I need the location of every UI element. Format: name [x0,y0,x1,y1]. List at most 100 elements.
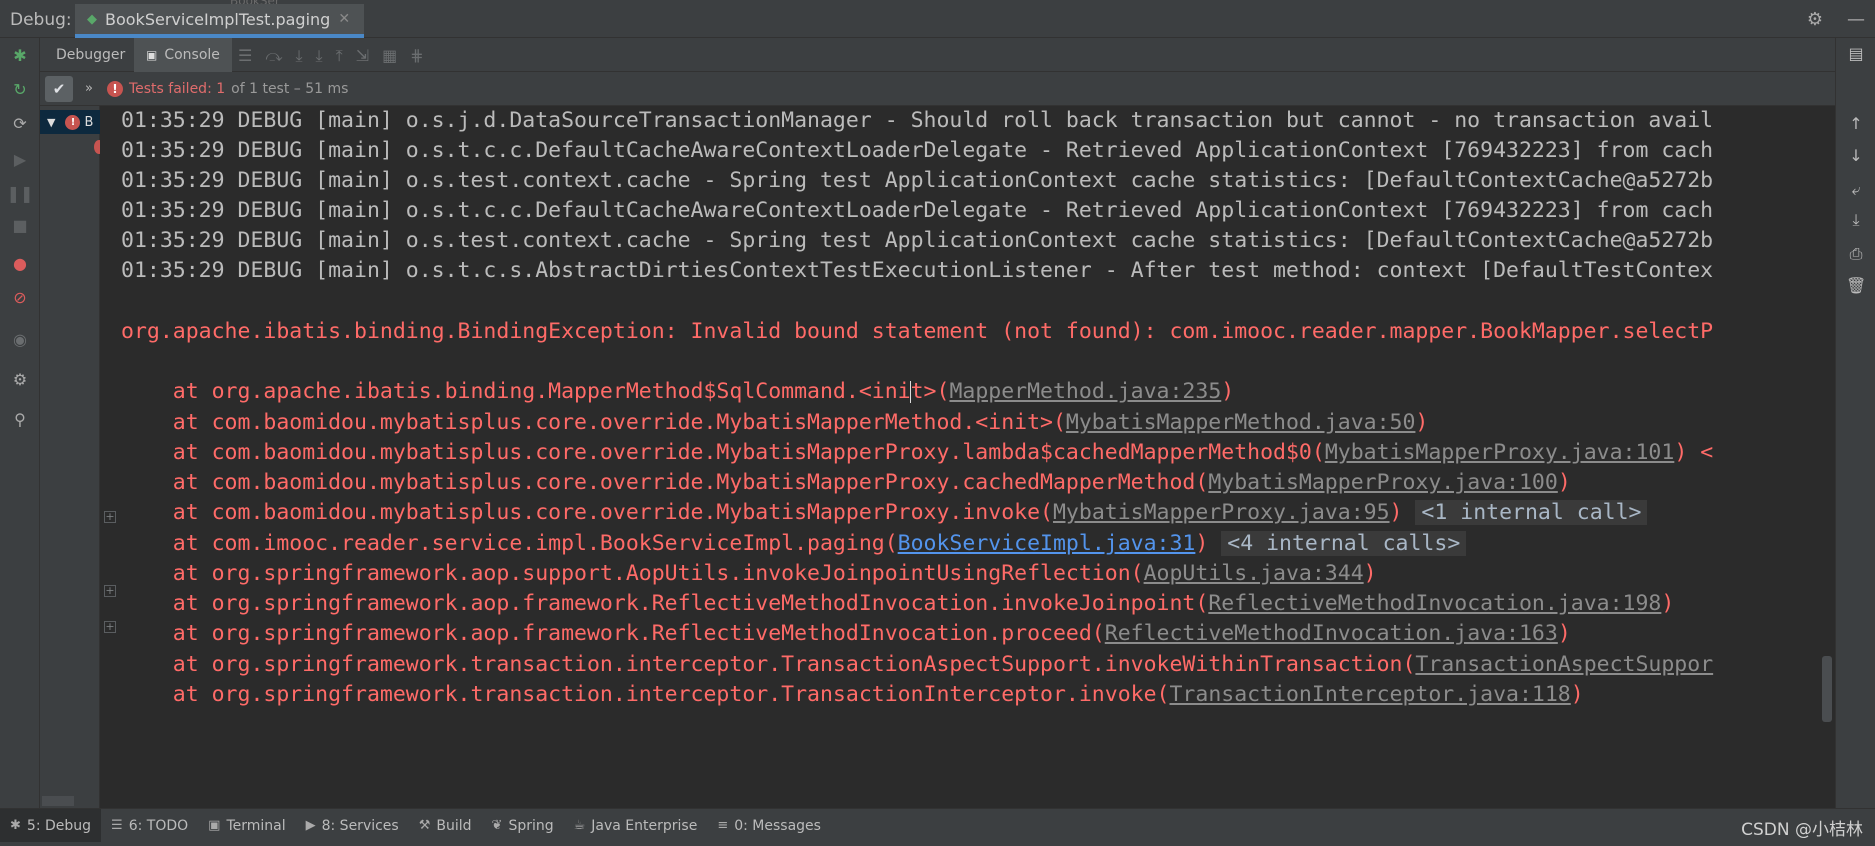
tab-label: Build [436,817,472,834]
tab-terminal[interactable]: ▣ Terminal [198,809,295,843]
stack-line: at org.springframework.aop.framework.Ref… [121,619,1571,649]
stack-line: at com.baomidou.mybatisplus.core.overrid… [121,438,1713,468]
tab-label: Terminal [226,817,286,834]
mute-breakpoints-icon[interactable]: ⊘ [9,286,31,308]
internal-calls-fold[interactable]: <4 internal calls> [1221,531,1467,556]
soft-wrap-icon[interactable]: ⤶ [1846,180,1866,200]
source-link[interactable]: TransactionAspectSuppor [1415,652,1713,677]
tree-scrollbar[interactable] [42,796,74,806]
test-status-bar: ✔ » ! Tests failed: 1 of 1 test – 51 ms [40,72,1835,106]
stack-text: ) [1195,531,1222,556]
tab-spring[interactable]: ❦ Spring [482,809,564,843]
layout-icon[interactable]: ▤ [1846,44,1866,64]
fold-expand-icon[interactable]: + [104,511,116,523]
stack-text: at com.baomidou.mybatisplus.core.overrid… [121,410,1066,435]
trace-icon[interactable]: ⋕ [410,46,423,66]
tests-failed-label: Tests failed: 1 [128,80,226,97]
step-over-icon[interactable]: ⤼ [265,46,282,66]
tab-label: 8: Services [321,817,399,834]
down-arrow-icon[interactable]: ↓ [1846,146,1866,166]
messages-icon: ≡ [717,818,729,833]
fold-expand-icon[interactable]: + [104,585,116,597]
stack-text: at org.apache.ibatis.binding.MapperMetho… [121,379,911,404]
print-icon[interactable]: ⎙ [1846,244,1866,264]
hammer-icon: ⚒ [418,818,431,833]
java-enterprise-icon: ☕ [573,818,586,833]
tab-build[interactable]: ⚒ Build [409,809,482,843]
source-link[interactable]: MybatisMapperProxy.java:95 [1053,500,1390,525]
source-link[interactable]: MybatisMapperProxy.java:101 [1325,440,1675,465]
resume-icon[interactable]: ▶ [9,148,31,170]
trash-icon[interactable]: 🗑 [1846,276,1866,296]
evaluate-icon[interactable]: ▦ [382,46,397,66]
source-link[interactable]: AopUtils.java:344 [1144,561,1364,586]
settings-icon[interactable]: ⚙ [9,368,31,390]
console-output[interactable]: 01:35:29 DEBUG [main] o.s.j.d.DataSource… [118,106,1835,808]
rerun-failed-icon[interactable]: ↻ [9,78,31,100]
rerun-debug-icon[interactable]: ✱ [9,44,31,66]
camera-icon[interactable]: ◉ [9,328,31,350]
step-out-icon[interactable]: ⤒ [336,46,343,66]
pin-icon[interactable]: ⚲ [9,408,31,430]
stack-line: at com.imooc.reader.service.impl.BookSer… [121,529,1467,559]
tab-debug[interactable]: ✱ 5: Debug [0,808,102,843]
source-link[interactable]: ReflectiveMethodInvocation.java:163 [1105,621,1558,646]
console-scrollbar[interactable] [1822,656,1832,722]
stack-text: ) [1389,500,1416,525]
tab-console[interactable]: ▣ Console [134,38,232,72]
tab-java-enterprise[interactable]: ☕ Java Enterprise [564,809,708,843]
bug-icon: ✱ [10,818,21,833]
log-line: 01:35:29 DEBUG [main] o.s.j.d.DataSource… [121,108,1714,133]
source-link[interactable]: MybatisMapperMethod.java:50 [1066,410,1416,435]
more-icon[interactable]: » [85,81,93,96]
source-link[interactable]: MapperMethod.java:235 [949,379,1221,404]
menu-icon[interactable]: ☰ [238,46,252,66]
tab-todo[interactable]: ☰ 6: TODO [101,809,198,843]
fold-expand-icon[interactable]: + [104,621,116,633]
tab-services[interactable]: ▶ 8: Services [296,809,409,843]
tab-messages[interactable]: ≡ 0: Messages [707,809,831,843]
test-run-icon: ◆ [87,11,97,27]
stack-text: ) [1557,470,1571,495]
minimize-icon[interactable]: — [1847,9,1865,30]
debug-title-bar: Debug: BookSer ◆ BookServiceImplTest.pag… [0,0,1875,38]
restore-layout-icon[interactable]: ⟳ [9,112,31,134]
up-arrow-icon[interactable]: ↑ [1846,114,1866,134]
stack-line: at org.springframework.transaction.inter… [121,650,1713,680]
show-passed-icon[interactable]: ✔ [45,75,73,102]
source-link[interactable]: BookServiceImpl.java:31 [898,531,1196,556]
services-icon: ▶ [305,818,316,833]
source-link[interactable]: TransactionInterceptor.java:118 [1169,682,1570,707]
stack-text: ) [1570,682,1584,707]
expand-triangle-icon[interactable]: ▼ [47,116,55,129]
stack-text: at com.baomidou.mybatisplus.core.overrid… [121,470,1209,495]
source-link[interactable]: ReflectiveMethodInvocation.java:198 [1208,591,1661,616]
tab-label: 5: Debug [26,817,92,834]
console-right-toolbar: ▤ ↑ ↓ ⤶ ⤓ ⎙ 🗑 [1835,38,1875,808]
view-breakpoints-icon[interactable]: ● [9,252,31,274]
stack-line: at org.apache.ibatis.binding.MapperMetho… [121,377,1234,407]
run-config-tab[interactable]: ◆ BookServiceImplTest.paging ✕ [75,4,365,38]
stack-line: at org.springframework.aop.framework.Ref… [121,589,1675,619]
stack-text: at org.springframework.aop.framework.Ref… [121,591,1209,616]
test-tree-root[interactable]: ▼ ! B [40,110,100,134]
internal-calls-fold[interactable]: <1 internal call> [1415,500,1648,525]
stack-line: at com.baomidou.mybatisplus.core.overrid… [121,498,1648,528]
tab-label: 6: TODO [128,817,189,834]
step-into-icon[interactable]: ⤓ [295,46,302,66]
tests-summary: of 1 test – 51 ms [231,80,349,97]
close-icon[interactable]: ✕ [338,11,350,27]
source-link[interactable]: MybatisMapperProxy.java:100 [1208,470,1558,495]
log-line: 01:35:29 DEBUG [main] o.s.t.c.c.DefaultC… [121,198,1714,223]
force-step-into-icon[interactable]: ⤓ [316,46,323,66]
run-to-cursor-icon[interactable]: ⇲ [356,46,369,66]
debugger-toolbar: Debugger ▣ Console ☰ ⤼ ⤓ ⤓ ⤒ ⇲ ▦ ⋕ [40,38,1835,72]
stack-line: at com.baomidou.mybatisplus.core.overrid… [121,408,1429,438]
gear-icon[interactable]: ⚙ [1807,9,1823,30]
pause-icon[interactable]: ❚❚ [7,182,34,204]
tab-label: 0: Messages [734,817,821,834]
log-line: 01:35:29 DEBUG [main] o.s.t.c.c.DefaultC… [121,138,1714,163]
stop-icon[interactable]: ■ [9,214,31,236]
tab-debugger[interactable]: Debugger [44,38,137,72]
scroll-to-end-icon[interactable]: ⤓ [1846,210,1866,230]
